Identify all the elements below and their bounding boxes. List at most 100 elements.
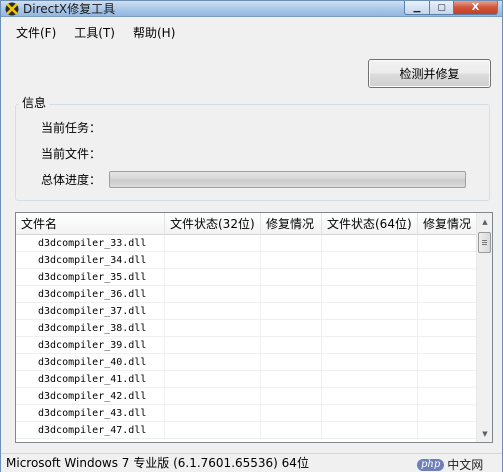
status-cell bbox=[418, 303, 477, 320]
status-cell bbox=[322, 388, 418, 405]
vertical-scrollbar[interactable]: ▲ ▼ bbox=[476, 213, 492, 442]
status-cell bbox=[261, 371, 322, 388]
maximize-button[interactable]: ▢ bbox=[430, 1, 454, 15]
status-cell bbox=[165, 371, 261, 388]
status-cell bbox=[165, 286, 261, 303]
status-cell bbox=[322, 320, 418, 337]
table-row[interactable]: d3dcompiler_41.dll bbox=[16, 371, 477, 388]
table-row[interactable]: d3dcompiler_33.dll bbox=[16, 235, 477, 252]
status-cell bbox=[165, 405, 261, 422]
table-row[interactable]: d3dcompiler_39.dll bbox=[16, 337, 477, 354]
table-row[interactable]: d3dcompiler_40.dll bbox=[16, 354, 477, 371]
overall-progress-bar bbox=[109, 171, 466, 188]
filename-cell: d3dcompiler_41.dll bbox=[16, 371, 165, 388]
table-row[interactable]: d3dcompiler_35.dll bbox=[16, 269, 477, 286]
menu-help[interactable]: 帮助(H) bbox=[126, 21, 182, 45]
status-cell bbox=[261, 337, 322, 354]
status-cell bbox=[418, 235, 477, 252]
check-and-repair-button[interactable]: 检测并修复 bbox=[368, 59, 491, 88]
status-cell bbox=[165, 269, 261, 286]
status-cell bbox=[418, 320, 477, 337]
column-header-filename[interactable]: 文件名 bbox=[16, 213, 165, 235]
status-cell bbox=[322, 354, 418, 371]
filename-cell: d3dcompiler_34.dll bbox=[16, 252, 165, 269]
status-cell bbox=[165, 388, 261, 405]
directx-logo-icon bbox=[5, 2, 19, 16]
scroll-up-icon[interactable]: ▲ bbox=[477, 213, 492, 230]
maximize-icon: ▢ bbox=[437, 2, 446, 13]
title-bar[interactable]: DirectX修复工具 ▁ ▢ X bbox=[1, 1, 502, 17]
status-cell bbox=[418, 422, 477, 439]
filename-cell: d3dcompiler_40.dll bbox=[16, 354, 165, 371]
menu-tools[interactable]: 工具(T) bbox=[67, 21, 122, 45]
column-header-status-64[interactable]: 文件状态(64位) bbox=[322, 213, 418, 235]
status-cell bbox=[418, 371, 477, 388]
scroll-down-icon[interactable]: ▼ bbox=[477, 425, 492, 442]
status-cell bbox=[322, 235, 418, 252]
column-header-status-32[interactable]: 文件状态(32位) bbox=[165, 213, 261, 235]
status-cell bbox=[418, 269, 477, 286]
status-cell bbox=[165, 252, 261, 269]
filename-cell: d3dcompiler_36.dll bbox=[16, 286, 165, 303]
status-cell bbox=[165, 303, 261, 320]
status-cell bbox=[322, 337, 418, 354]
status-cell bbox=[261, 286, 322, 303]
status-cell bbox=[165, 354, 261, 371]
current-file-label: 当前文件： bbox=[41, 147, 102, 161]
minimize-icon: ▁ bbox=[413, 2, 421, 13]
info-group-title: 信息 bbox=[19, 95, 50, 111]
filename-cell: d3dcompiler_37.dll bbox=[16, 303, 165, 320]
table-row[interactable]: d3dcompiler_36.dll bbox=[16, 286, 477, 303]
filename-cell: d3dcompiler_33.dll bbox=[16, 235, 165, 252]
overall-progress-label: 总体进度： bbox=[41, 173, 102, 187]
column-header-repair-64[interactable]: 修复情况 bbox=[418, 213, 478, 235]
status-cell bbox=[165, 235, 261, 252]
status-cell bbox=[418, 388, 477, 405]
table-row[interactable]: d3dcompiler_34.dll bbox=[16, 252, 477, 269]
close-icon: X bbox=[471, 2, 480, 13]
status-cell bbox=[322, 269, 418, 286]
status-cell bbox=[261, 320, 322, 337]
menu-file[interactable]: 文件(F) bbox=[9, 21, 63, 45]
status-cell bbox=[322, 371, 418, 388]
php-watermark-logo: php 中文网 bbox=[417, 456, 483, 472]
column-header-repair-32[interactable]: 修复情况 bbox=[261, 213, 322, 235]
file-list[interactable]: 文件名 文件状态(32位) 修复情况 文件状态(64位) 修复情况 d3dcom… bbox=[15, 212, 493, 443]
status-cell bbox=[261, 269, 322, 286]
status-cell bbox=[418, 286, 477, 303]
status-cell bbox=[418, 354, 477, 371]
watermark-text: 中文网 bbox=[447, 458, 484, 472]
close-button[interactable]: X bbox=[454, 1, 498, 15]
status-cell bbox=[261, 303, 322, 320]
status-cell bbox=[165, 337, 261, 354]
status-cell bbox=[261, 388, 322, 405]
filename-cell: d3dcompiler_43.dll bbox=[16, 405, 165, 422]
status-cell bbox=[322, 405, 418, 422]
minimize-button[interactable]: ▁ bbox=[404, 1, 430, 15]
table-row[interactable]: d3dcompiler_37.dll bbox=[16, 303, 477, 320]
os-version-status: Microsoft Windows 7 专业版 (6.1.7601.65536)… bbox=[6, 456, 309, 470]
status-cell bbox=[261, 235, 322, 252]
status-cell bbox=[261, 422, 322, 439]
filename-cell: d3dcompiler_47.dll bbox=[16, 422, 165, 439]
status-cell bbox=[261, 354, 322, 371]
status-cell bbox=[322, 422, 418, 439]
table-row[interactable]: d3dcompiler_47.dll bbox=[16, 422, 477, 439]
status-cell bbox=[165, 320, 261, 337]
status-cell bbox=[165, 422, 261, 439]
file-list-header: 文件名 文件状态(32位) 修复情况 文件状态(64位) 修复情况 bbox=[16, 213, 478, 235]
status-cell bbox=[261, 252, 322, 269]
status-cell bbox=[261, 405, 322, 422]
status-cell bbox=[322, 286, 418, 303]
filename-cell: d3dcompiler_38.dll bbox=[16, 320, 165, 337]
status-cell bbox=[322, 303, 418, 320]
table-row[interactable]: d3dcompiler_38.dll bbox=[16, 320, 477, 337]
scroll-thumb[interactable] bbox=[478, 232, 491, 253]
filename-cell: d3dcompiler_35.dll bbox=[16, 269, 165, 286]
filename-cell: d3dcompiler_42.dll bbox=[16, 388, 165, 405]
main-window: DirectX修复工具 ▁ ▢ X 文件(F) 工具(T) 帮助(H) 检测并修… bbox=[0, 0, 503, 472]
menu-bar: 文件(F) 工具(T) 帮助(H) bbox=[1, 21, 502, 45]
table-row[interactable]: d3dcompiler_43.dll bbox=[16, 405, 477, 422]
table-row[interactable]: d3dcompiler_42.dll bbox=[16, 388, 477, 405]
status-cell bbox=[418, 405, 477, 422]
